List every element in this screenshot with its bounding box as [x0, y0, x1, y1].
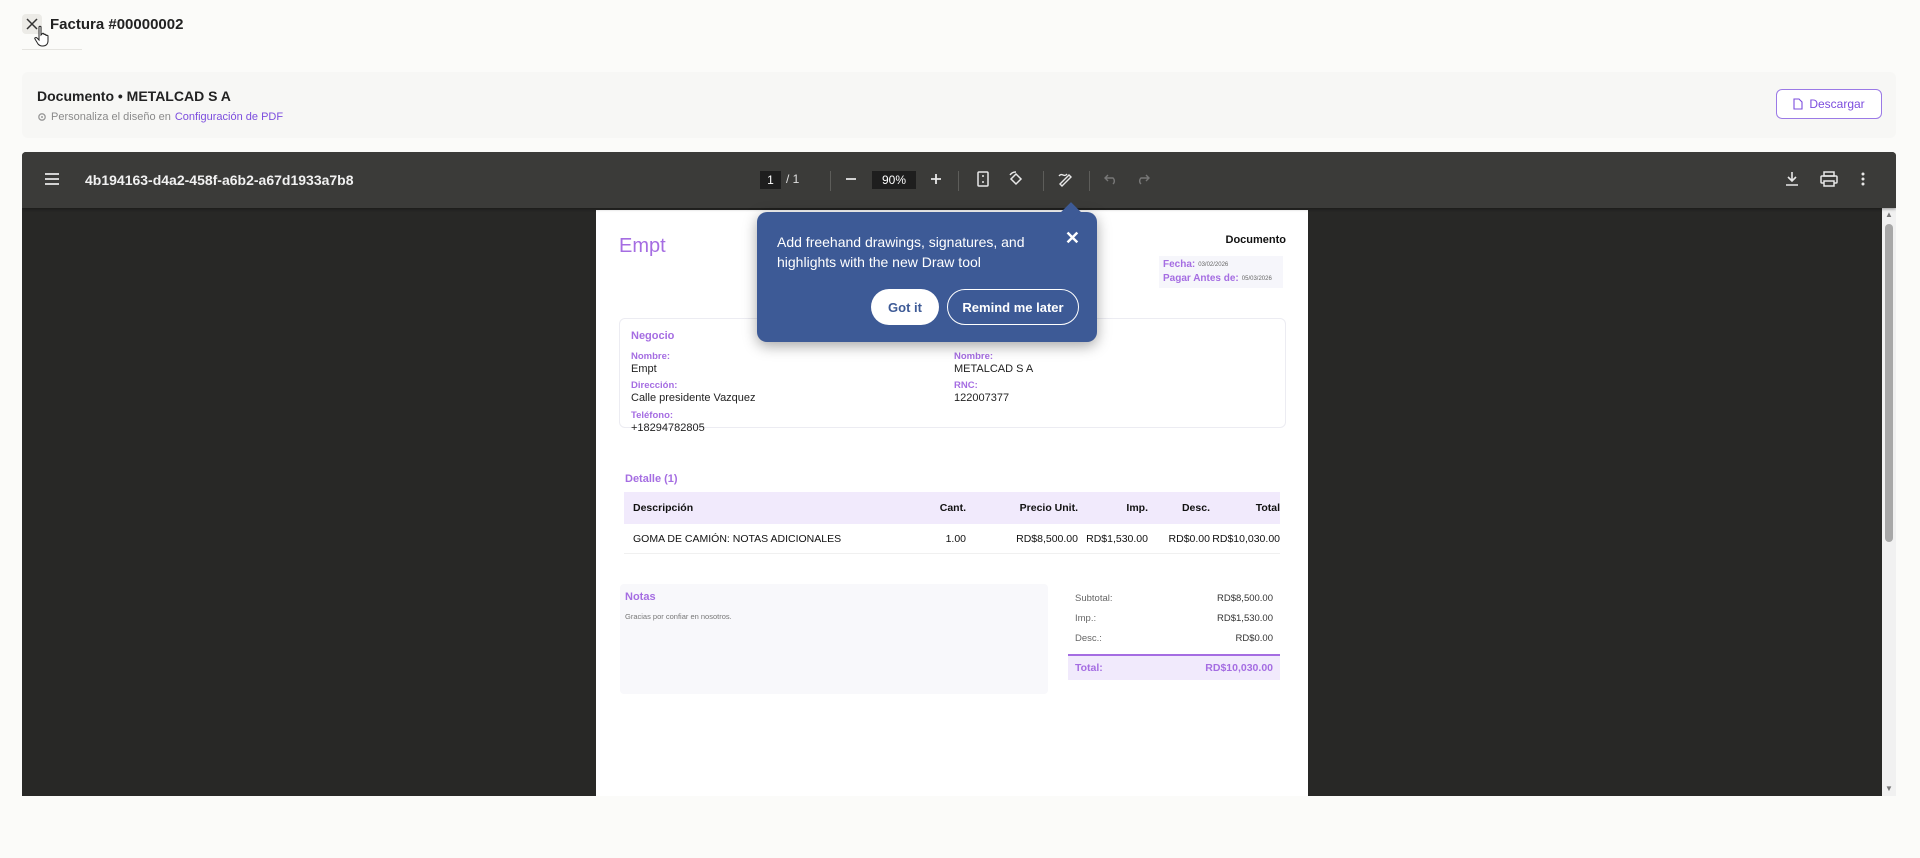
- business-phone-label: Teléfono:: [631, 410, 674, 421]
- totals-box: Subtotal: RD$8,500.00 Imp.: RD$1,530.00 …: [1068, 588, 1280, 680]
- column-header: Descripción: [633, 502, 694, 514]
- subtotal-row: Subtotal: RD$8,500.00: [1068, 588, 1280, 608]
- divider: [830, 171, 831, 191]
- print-icon[interactable]: [1819, 169, 1839, 189]
- viewer-toolbar: 4b194163-d4a2-458f-a6b2-a67d1933a7b8 1 /…: [22, 152, 1896, 208]
- document-title: Documento • METALCAD S A: [37, 88, 231, 104]
- download-button[interactable]: Descargar: [1776, 89, 1882, 119]
- company-brand: Empt: [619, 235, 666, 257]
- pdf-viewer: 4b194163-d4a2-458f-a6b2-a67d1933a7b8 1 /…: [22, 152, 1896, 796]
- top-header: Factura #00000002: [0, 0, 1920, 56]
- remind-later-button[interactable]: Remind me later: [947, 289, 1079, 325]
- fit-page-icon[interactable]: [974, 169, 992, 189]
- dates-box: Fecha: 03/02/2026 Pagar Antes de: 05/03/…: [1159, 256, 1283, 288]
- undo-icon[interactable]: [1102, 170, 1120, 188]
- table-cell: RD$1,530.00: [1086, 532, 1148, 545]
- notes-box: Notas Gracias por confiar en nosotros.: [620, 584, 1048, 694]
- draw-icon[interactable]: [1056, 169, 1076, 189]
- viewer-scrollbar[interactable]: ▲ ▼: [1882, 208, 1896, 796]
- fecha-row: Fecha: 03/02/2026: [1163, 259, 1228, 270]
- divider: [958, 171, 959, 191]
- hand-cursor-icon: [34, 25, 49, 47]
- detail-title: Detalle (1): [625, 473, 678, 485]
- pagar-value: 05/03/2026: [1241, 276, 1272, 282]
- table-row: GOMA DE CAMIÓN: NOTAS ADICIONALES 1.00 R…: [624, 524, 1280, 554]
- rotate-icon[interactable]: [1006, 169, 1026, 189]
- download-icon[interactable]: [1783, 169, 1801, 189]
- column-header: Total: [1255, 502, 1280, 514]
- tooltip-close-icon[interactable]: ✕: [1065, 228, 1080, 249]
- table-cell: RD$10,030.00: [1212, 532, 1280, 545]
- scroll-up-arrow-icon[interactable]: ▲: [1885, 210, 1893, 219]
- imp-value: RD$1,530.00: [1217, 612, 1273, 624]
- column-header: Cant.: [939, 502, 966, 514]
- business-name-label: Nombre:: [631, 351, 671, 362]
- subtitle-text: Personaliza el diseño en: [51, 111, 171, 123]
- draw-tool-tooltip: Add freehand drawings, signatures, and h…: [757, 202, 1097, 342]
- client-name-label: Nombre:: [954, 351, 994, 362]
- scroll-down-arrow-icon[interactable]: ▼: [1885, 784, 1893, 793]
- subtotal-label: Subtotal:: [1075, 592, 1113, 604]
- column-header: Imp.: [1126, 502, 1148, 514]
- redo-icon[interactable]: [1134, 170, 1152, 188]
- more-options-icon[interactable]: [1857, 169, 1869, 189]
- menu-icon[interactable]: [43, 170, 61, 188]
- scroll-thumb[interactable]: [1885, 224, 1893, 542]
- client-name: METALCAD S A: [954, 363, 1034, 375]
- imp-row: Imp.: RD$1,530.00: [1068, 608, 1280, 628]
- divider: [1043, 171, 1044, 191]
- gear-icon: [38, 113, 46, 121]
- table-cell: GOMA DE CAMIÓN: NOTAS ADICIONALES: [633, 532, 842, 545]
- notes-title: Notas: [625, 591, 656, 603]
- file-name: 4b194163-d4a2-458f-a6b2-a67d1933a7b8: [85, 172, 354, 188]
- fecha-value: 03/02/2026: [1198, 262, 1229, 268]
- zoom-out-icon[interactable]: [842, 170, 860, 188]
- zoom-input[interactable]: 90%: [872, 171, 916, 189]
- notes-text: Gracias por confiar en nosotros.: [625, 612, 732, 621]
- divider: [22, 49, 82, 50]
- table-cell: RD$8,500.00: [1016, 532, 1078, 545]
- business-address-label: Dirección:: [631, 380, 678, 391]
- total-value: RD$10,030.00: [1205, 662, 1273, 674]
- document-card: Documento • METALCAD S A Personaliza el …: [22, 72, 1896, 138]
- document-subtitle: Personaliza el diseño en Configuración d…: [37, 111, 283, 123]
- pagar-label: Pagar Antes de:: [1163, 273, 1239, 284]
- file-icon: [1793, 98, 1803, 110]
- desc-label: Desc.:: [1075, 632, 1102, 644]
- page-total: / 1: [786, 172, 800, 186]
- column-header: Desc.: [1181, 502, 1210, 514]
- got-it-button[interactable]: Got it: [871, 289, 939, 325]
- business-phone: +18294782805: [631, 422, 705, 434]
- divider: [1089, 171, 1090, 191]
- imp-label: Imp.:: [1075, 612, 1097, 624]
- page-title: Factura #00000002: [50, 16, 184, 33]
- page-number-input[interactable]: 1: [760, 171, 781, 189]
- business-address: Calle presidente Vazquez: [631, 392, 756, 404]
- zoom-in-icon[interactable]: [927, 170, 945, 188]
- desc-row: Desc.: RD$0.00: [1068, 628, 1280, 648]
- fecha-label: Fecha:: [1163, 259, 1196, 270]
- business-title: Negocio: [631, 330, 675, 342]
- column-header: Precio Unit.: [1019, 502, 1078, 514]
- table-cell: 1.00: [945, 532, 966, 545]
- document-label: Documento: [1225, 234, 1287, 246]
- tooltip-text: Add freehand drawings, signatures, and h…: [777, 234, 1025, 270]
- table-cell: RD$0.00: [1168, 532, 1210, 545]
- client-rnc-label: RNC:: [954, 380, 978, 391]
- table-header: Descripción Cant. Precio Unit. Imp. Desc…: [624, 492, 1280, 524]
- business-name: Empt: [631, 363, 657, 375]
- subtotal-value: RD$8,500.00: [1217, 592, 1273, 604]
- client-rnc: 122007377: [954, 392, 1010, 404]
- download-label: Descargar: [1809, 97, 1865, 111]
- desc-value: RD$0.00: [1235, 632, 1274, 644]
- pagar-row: Pagar Antes de: 05/03/2026: [1163, 273, 1272, 284]
- total-label: Total:: [1075, 662, 1103, 674]
- total-row: Total: RD$10,030.00: [1068, 654, 1280, 680]
- pdf-settings-link[interactable]: Configuración de PDF: [175, 111, 283, 123]
- items-table: Descripción Cant. Precio Unit. Imp. Desc…: [624, 492, 1280, 554]
